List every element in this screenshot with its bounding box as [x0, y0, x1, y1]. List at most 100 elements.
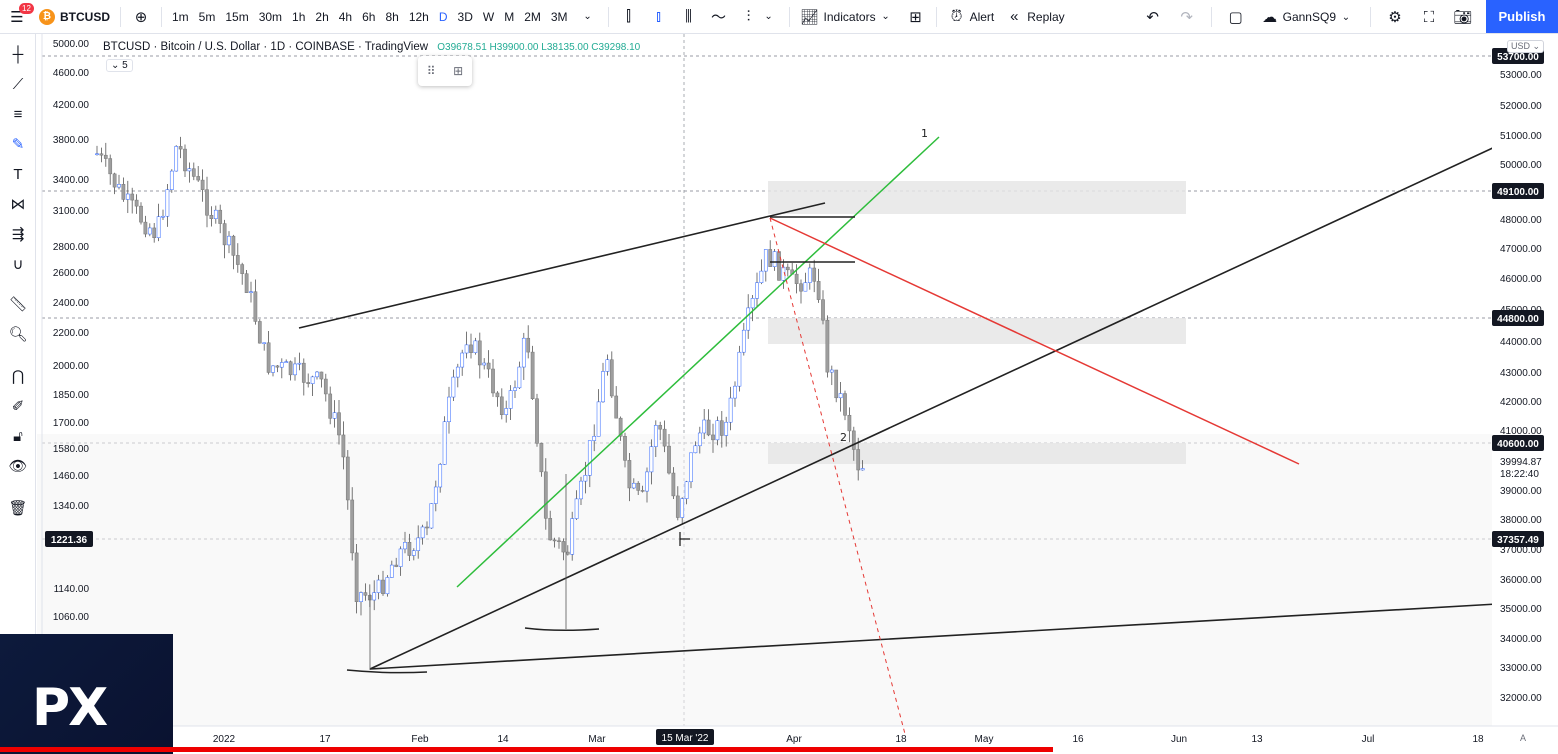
candle-up[interactable]: [653, 425, 658, 447]
candle-up[interactable]: [433, 486, 438, 504]
candle-up[interactable]: [574, 498, 579, 519]
snapshot-button[interactable]: 📷︎: [1448, 0, 1478, 34]
chart-type-dropdown[interactable]: ⫶ ⌄: [734, 0, 784, 34]
candle-up[interactable]: [389, 564, 394, 578]
floating-drawing-toolbar[interactable]: ⠿ ⊞: [418, 56, 472, 86]
candle-down[interactable]: [323, 378, 328, 395]
candle-up[interactable]: [429, 503, 434, 529]
magnet-tool[interactable]: ∪: [6, 252, 30, 276]
candle-down[interactable]: [301, 362, 306, 383]
candle-down[interactable]: [288, 361, 293, 376]
timeframe-8h[interactable]: 8h: [380, 0, 403, 34]
candle-down[interactable]: [407, 542, 412, 556]
candle-down[interactable]: [843, 393, 847, 416]
candle-down[interactable]: [530, 351, 535, 399]
supply-demand-zone[interactable]: [768, 318, 1186, 344]
candle-up[interactable]: [741, 329, 746, 353]
candle-up[interactable]: [724, 421, 729, 436]
candle-up[interactable]: [755, 282, 759, 299]
candle-down[interactable]: [539, 443, 544, 473]
candle-up[interactable]: [750, 298, 755, 309]
candle-up[interactable]: [803, 282, 808, 292]
candle-up[interactable]: [174, 146, 179, 172]
candle-down[interactable]: [178, 146, 183, 150]
candle-up[interactable]: [125, 193, 130, 200]
candle-down[interactable]: [235, 255, 240, 265]
candle-down[interactable]: [108, 158, 113, 175]
chart-pane[interactable]: 1 2 5000.00 4600.00 4200.00 3800.00 3400.00 31…: [37, 34, 1558, 754]
candle-up[interactable]: [772, 251, 777, 267]
candle-up[interactable]: [592, 436, 597, 441]
bar-style-button[interactable]: ⫿: [614, 0, 644, 34]
timeframe-M[interactable]: M: [499, 0, 519, 34]
candle-up[interactable]: [733, 385, 737, 399]
candle-down[interactable]: [799, 283, 803, 292]
timeframe-30m[interactable]: 30m: [254, 0, 287, 34]
candle-down[interactable]: [671, 472, 676, 497]
candle-down[interactable]: [609, 359, 614, 397]
candle-down[interactable]: [491, 368, 495, 394]
candle-down[interactable]: [337, 412, 341, 436]
candle-down[interactable]: [196, 176, 201, 181]
prediction-tool[interactable]: ⇶: [6, 222, 30, 246]
weak-magnet-tool[interactable]: ⋂: [6, 364, 30, 388]
candle-up[interactable]: [746, 307, 751, 331]
candle-down[interactable]: [231, 235, 236, 256]
candle-down[interactable]: [662, 428, 667, 447]
candle-up[interactable]: [420, 526, 425, 539]
candle-down[interactable]: [526, 337, 531, 353]
candle-up[interactable]: [521, 337, 526, 368]
candle-up[interactable]: [249, 291, 253, 293]
candle-up[interactable]: [438, 464, 443, 488]
candle-down[interactable]: [816, 281, 821, 300]
candle-up[interactable]: [95, 153, 99, 156]
candle-up[interactable]: [227, 235, 231, 246]
candle-up[interactable]: [262, 342, 267, 345]
candle-down[interactable]: [253, 291, 258, 322]
candle-up[interactable]: [737, 351, 742, 387]
candle-down[interactable]: [266, 342, 271, 373]
candle-up[interactable]: [763, 249, 768, 272]
timeframe-D[interactable]: D: [434, 0, 453, 34]
annotation-label[interactable]: 2: [840, 431, 847, 444]
candle-down[interactable]: [394, 564, 399, 567]
templates-button[interactable]: ⊞: [901, 0, 931, 34]
candle-up[interactable]: [147, 227, 152, 235]
candle-down[interactable]: [777, 251, 781, 281]
candle-up[interactable]: [213, 209, 218, 219]
timeframe-2h[interactable]: 2h: [310, 0, 333, 34]
candle-down[interactable]: [222, 223, 227, 246]
candle-up[interactable]: [279, 362, 284, 368]
candle-down[interactable]: [275, 365, 280, 368]
ruler-tool[interactable]: 📏︎: [6, 292, 30, 316]
symbol-search-button[interactable]: ₿ BTCUSD: [34, 0, 115, 34]
candle-up[interactable]: [702, 419, 707, 434]
candle-up[interactable]: [359, 592, 363, 603]
candle-up[interactable]: [451, 376, 456, 398]
candle-up[interactable]: [460, 352, 465, 368]
candle-down[interactable]: [240, 264, 245, 274]
candle-up[interactable]: [332, 412, 337, 419]
candle-up[interactable]: [697, 432, 702, 447]
candle-down[interactable]: [565, 551, 570, 555]
grid-icon[interactable]: ⊞: [453, 64, 463, 78]
crosshair-tool[interactable]: ┼: [6, 42, 30, 66]
candle-up[interactable]: [605, 359, 610, 372]
candle-down[interactable]: [706, 419, 711, 436]
candle-up[interactable]: [504, 408, 509, 415]
candle-down[interactable]: [218, 209, 223, 224]
timeframe-W[interactable]: W: [478, 0, 499, 34]
candle-down[interactable]: [825, 319, 830, 373]
candle-up[interactable]: [156, 216, 161, 238]
candle-down[interactable]: [103, 154, 108, 159]
candle-up[interactable]: [689, 452, 693, 483]
candle-down[interactable]: [847, 414, 852, 432]
candle-down[interactable]: [205, 189, 209, 216]
candle-down[interactable]: [495, 392, 500, 398]
candle-up[interactable]: [596, 401, 601, 437]
text-tool[interactable]: T: [6, 162, 30, 186]
candle-down[interactable]: [477, 340, 482, 366]
layout-select-button[interactable]: ▢: [1221, 0, 1251, 34]
candle-up[interactable]: [411, 550, 416, 556]
candle-down[interactable]: [768, 249, 773, 267]
